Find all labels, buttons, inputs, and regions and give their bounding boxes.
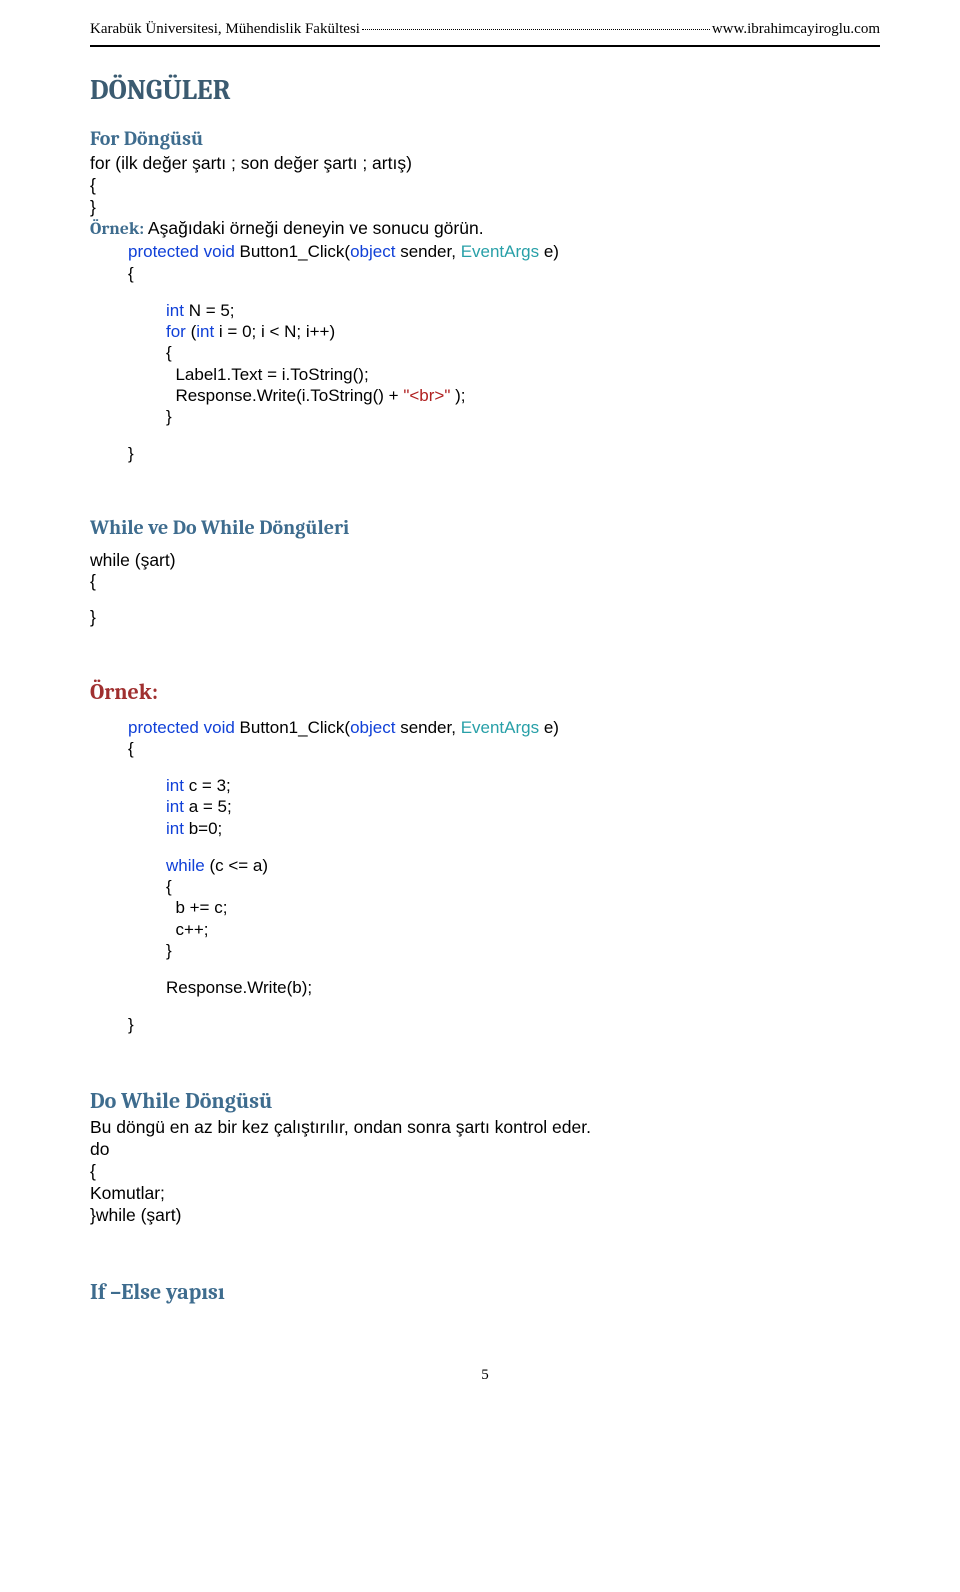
for-paren: (: [186, 322, 196, 341]
gap2: [90, 593, 880, 607]
ex2-inner-close: }: [90, 940, 880, 961]
for-brace-open: {: [90, 175, 880, 197]
method2: Button1_Click(: [235, 718, 350, 737]
heading-ornek2: Örnek:: [90, 679, 880, 707]
ornek-label: Örnek:: [90, 219, 144, 239]
cplus: c++;: [175, 920, 208, 939]
dowhile-close: }while (şart): [90, 1205, 880, 1227]
heading-while: While ve Do While Döngüleri: [90, 515, 880, 540]
for-ornek-line: Örnek: Aşağıdaki örneği deneyin ve sonuc…: [90, 218, 880, 241]
br-string: "<br>": [403, 386, 450, 405]
bplus: b += c;: [175, 898, 227, 917]
spacer8: [90, 998, 880, 1014]
kw-int2: int: [196, 322, 214, 341]
ex2-cplus: c++;: [90, 919, 880, 940]
spacer2: [90, 427, 880, 443]
page-header: Karabük Üniversitesi, Mühendislik Fakült…: [90, 20, 880, 39]
i-decl-text: i = 0; i < N; i++): [214, 322, 335, 341]
ex2-outer-close: }: [90, 1014, 880, 1035]
label-line: Label1.Text = i.ToString();: [175, 365, 368, 384]
spacer3b: [90, 481, 880, 497]
for-inner-open: {: [90, 342, 880, 363]
spacer7: [90, 961, 880, 977]
spacer9b: [90, 1052, 880, 1068]
ex2-sig: protected void Button1_Click(object send…: [90, 717, 880, 738]
header-rule: [90, 45, 880, 47]
while-open: {: [90, 571, 880, 593]
c-decl: c = 3;: [184, 776, 231, 795]
title-donguler: DÖNGÜLER: [90, 73, 880, 108]
kw-protected: protected: [128, 242, 199, 261]
for-inner-close: }: [90, 406, 880, 427]
for-syntax-line: for (ilk değer şartı ; son değer şartı ;…: [90, 153, 880, 175]
e-paren: e): [539, 242, 559, 261]
heading-ifelse: If –Else yapısı: [90, 1279, 880, 1307]
dowhile-komutlar: Komutlar;: [90, 1183, 880, 1205]
while-syntax: while (şart): [90, 550, 880, 572]
spacer5: [90, 759, 880, 775]
dowhile-open: {: [90, 1161, 880, 1183]
ex2-resp: Response.Write(b);: [90, 977, 880, 998]
for-brace-close: }: [90, 197, 880, 219]
kw-int-c: int: [166, 776, 184, 795]
header-dots: [362, 27, 710, 30]
eparen2: e): [539, 718, 559, 737]
sender2: sender,: [395, 718, 460, 737]
b-decl: b=0;: [184, 819, 222, 838]
header-left: Karabük Üniversitesi, Mühendislik Fakült…: [90, 20, 360, 39]
spacer4b: [90, 645, 880, 661]
kw-object: object: [350, 242, 395, 261]
for-response-write: Response.Write(i.ToString() + "<br>" );: [90, 385, 880, 406]
kw-int-a: int: [166, 797, 184, 816]
n-decl-text: N = 5;: [184, 301, 235, 320]
ex2-while-line: while (c <= a): [90, 855, 880, 876]
heading-for: For Döngüsü: [90, 126, 880, 151]
kw-void2: void: [199, 718, 235, 737]
heading-dowhile: Do While Döngüsü: [90, 1088, 880, 1116]
kw-int-b: int: [166, 819, 184, 838]
for-open-brace: {: [90, 263, 880, 284]
ex2-a-decl: int a = 5;: [90, 796, 880, 817]
kw-void: void: [199, 242, 235, 261]
ex2-b-decl: int b=0;: [90, 818, 880, 839]
ornek-text: Aşağıdaki örneği deneyin ve sonucu görün…: [144, 218, 484, 238]
spacer9: [90, 1036, 880, 1052]
a-decl: a = 5;: [184, 797, 232, 816]
ex2-c-decl: int c = 3;: [90, 775, 880, 796]
resp-pre: Response.Write(i.ToString() +: [175, 386, 403, 405]
while-cond: (c <= a): [205, 856, 268, 875]
dowhile-do: do: [90, 1139, 880, 1161]
header-right: www.ibrahimcayiroglu.com: [712, 20, 880, 39]
ex2-open: {: [90, 738, 880, 759]
gap: [90, 542, 880, 550]
spacer6: [90, 839, 880, 855]
type-eventargs: EventArgs: [461, 242, 539, 261]
page-number: 5: [90, 1366, 880, 1385]
spacer10: [90, 1227, 880, 1243]
for-label-text: Label1.Text = i.ToString();: [90, 364, 880, 385]
eventargs2: EventArgs: [461, 718, 539, 737]
for-code-sig: protected void Button1_Click(object send…: [90, 241, 880, 262]
kw-object2: object: [350, 718, 395, 737]
sender-text: sender,: [395, 242, 460, 261]
page-container: Karabük Üniversitesi, Mühendislik Fakült…: [0, 0, 960, 1425]
method-name: Button1_Click(: [235, 242, 350, 261]
kw-protected2: protected: [128, 718, 199, 737]
for-loop-line: for (int i = 0; i < N; i++): [90, 321, 880, 342]
spacer: [90, 284, 880, 300]
for-outer-close: }: [90, 443, 880, 464]
dowhile-desc: Bu döngü en az bir kez çalıştırılır, ond…: [90, 1117, 880, 1139]
ex2-bplus: b += c;: [90, 897, 880, 918]
spacer4: [90, 629, 880, 645]
spacer3: [90, 465, 880, 481]
resp-post: );: [450, 386, 465, 405]
spacer10b: [90, 1243, 880, 1259]
ex2-inner-open: {: [90, 876, 880, 897]
kw-for: for: [166, 322, 186, 341]
while-close: }: [90, 607, 880, 629]
for-n-decl: int N = 5;: [90, 300, 880, 321]
kw-while: while: [166, 856, 205, 875]
kw-int: int: [166, 301, 184, 320]
